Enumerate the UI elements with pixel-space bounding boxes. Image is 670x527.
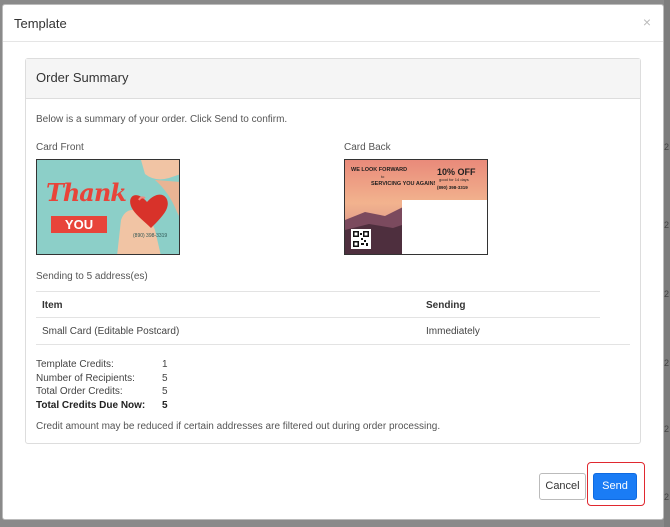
card-front-background: Thank YOU (890) 398-3319 [37, 160, 179, 254]
qr-code-icon [351, 229, 371, 249]
credit-label: Template Credits: [36, 359, 114, 370]
backdrop-text: 2 [664, 358, 670, 368]
credit-label: Total Order Credits: [36, 386, 123, 397]
sending-to-text: Sending to 5 address(es) [36, 271, 148, 282]
back-to-text: to [381, 174, 385, 179]
send-button[interactable]: Send [593, 473, 637, 500]
credit-note: Credit amount may be reduced if certain … [36, 421, 441, 432]
card-back-image: WE LOOK FORWARD to SERVICING YOU AGAIN! … [344, 159, 488, 255]
credit-value: 5 [162, 399, 168, 411]
item-cell: Small Card (Editable Postcard) [42, 326, 180, 337]
summary-intro: Below is a summary of your order. Click … [36, 114, 288, 125]
modal-header: Template × [3, 5, 663, 42]
front-you-text: YOU [64, 217, 94, 232]
column-header-item: Item [42, 300, 63, 311]
credit-label: Total Credits Due Now: [36, 399, 146, 411]
front-thank-text: Thank [46, 178, 127, 207]
sending-cell: Immediately [426, 326, 480, 337]
back-discount: 10% OFF [437, 167, 476, 177]
modal-title: Template [14, 16, 67, 31]
back-subheadline: SERVICING YOU AGAIN! [371, 181, 436, 187]
cancel-button[interactable]: Cancel [539, 473, 586, 500]
hands-heart-icon [117, 160, 179, 254]
backdrop-text: 2 [664, 142, 670, 152]
credit-value: 1 [162, 359, 168, 370]
back-phone: (890) 398-3319 [437, 185, 468, 190]
address-area [402, 200, 487, 254]
backdrop-text: 2 [664, 289, 670, 299]
back-headline: WE LOOK FORWARD [351, 167, 408, 173]
backdrop-text: 2 [664, 424, 670, 434]
backdrop-text: 2 [664, 492, 670, 502]
credit-value: 5 [162, 386, 168, 397]
back-validity: good for 14 days [439, 177, 469, 182]
backdrop [664, 0, 670, 527]
card-front-label: Card Front [36, 142, 84, 153]
order-summary-title: Order Summary [36, 70, 129, 85]
credit-label: Number of Recipients: [36, 372, 135, 384]
card-back-label: Card Back [344, 142, 391, 153]
order-summary-card: Order Summary Below is a summary of your… [25, 58, 641, 444]
order-summary-header: Order Summary [26, 59, 640, 99]
credit-value: 5 [162, 372, 168, 384]
table-row: Small Card (Editable Postcard) Immediate… [36, 318, 630, 345]
template-modal: Template × Order Summary Below is a summ… [2, 4, 664, 520]
table-header: Item Sending [36, 291, 600, 318]
column-header-sending: Sending [426, 300, 466, 311]
close-icon[interactable]: × [643, 14, 651, 30]
card-front-image: Thank YOU (890) 398-3319 [36, 159, 180, 255]
backdrop-text: 2 [664, 220, 670, 230]
front-phone-text: (890) 398-3319 [133, 233, 168, 239]
